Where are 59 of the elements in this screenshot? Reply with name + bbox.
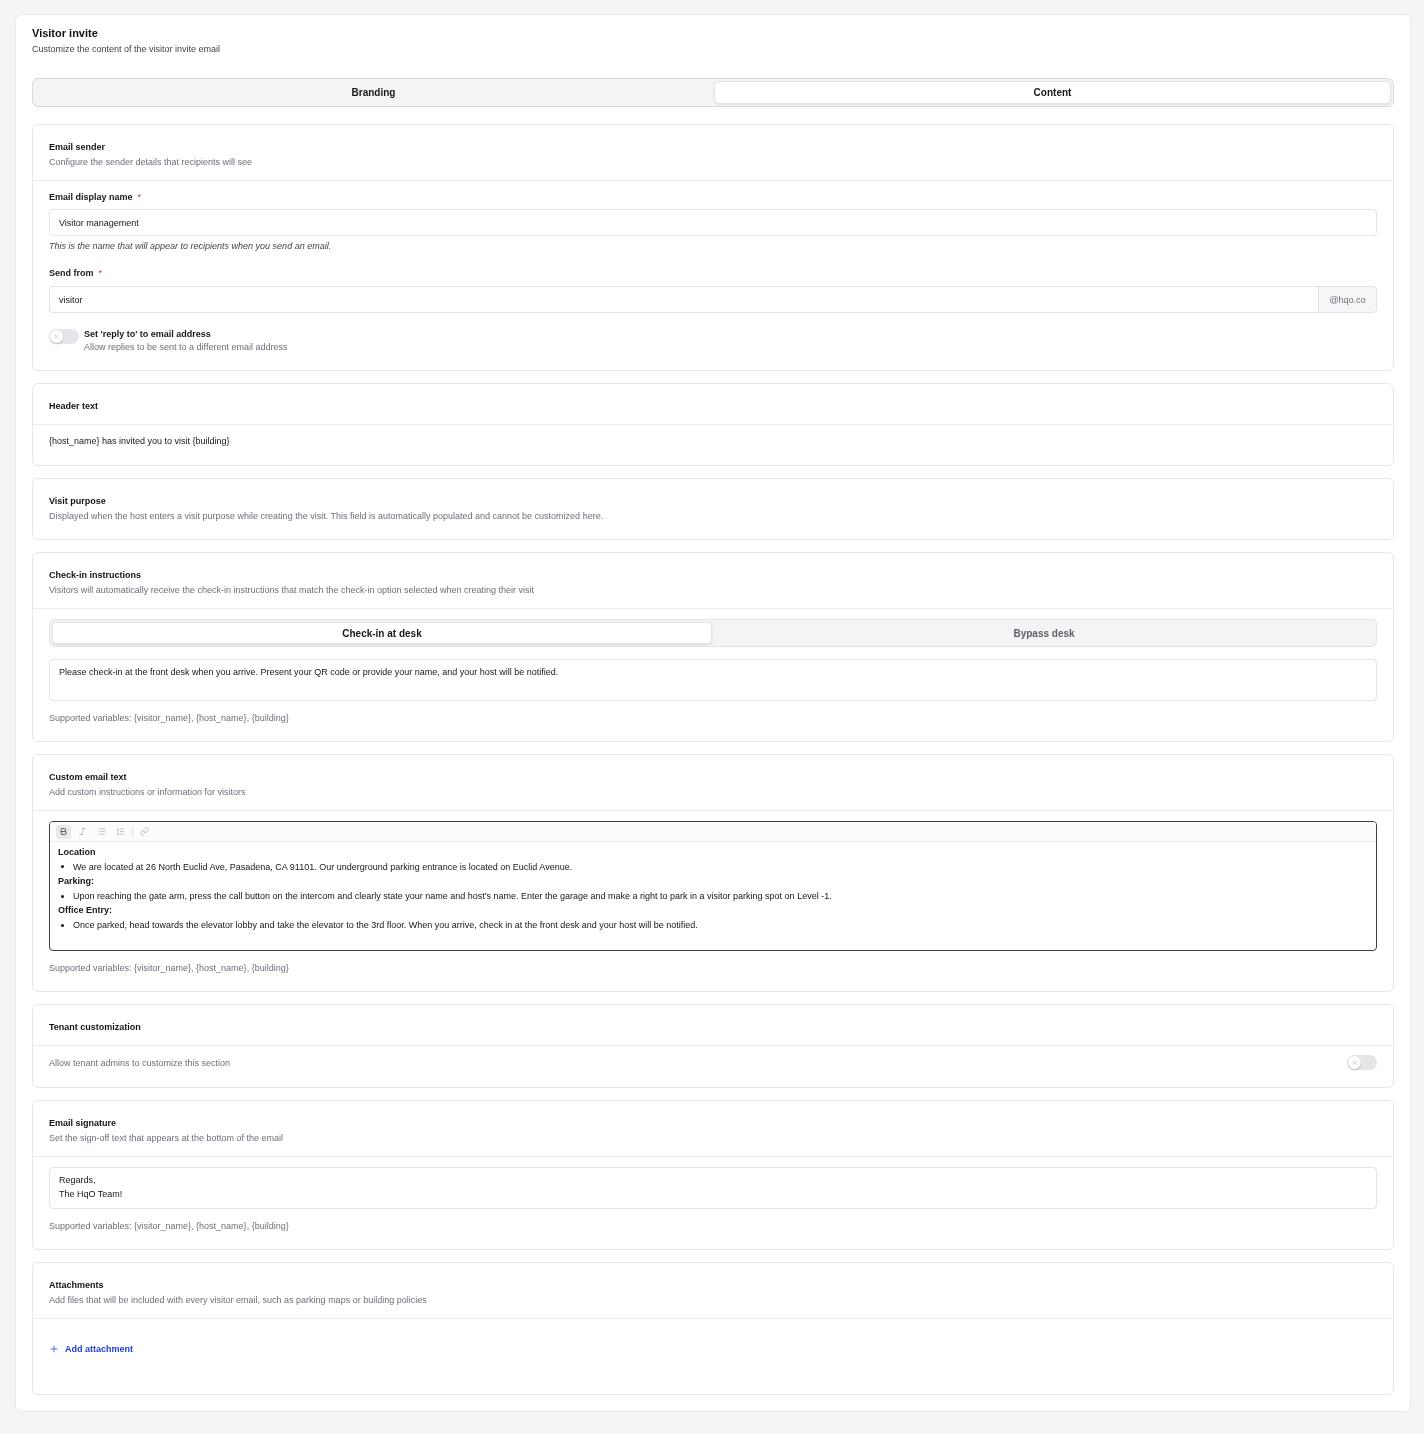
page-title: Visitor invite [32,26,99,41]
section-description: Visitors will automatically receive the check-in instructions that match the check-in option selected when creating their visit [49,584,536,597]
signature-field[interactable]: Regards, The HqO Team! [49,1167,1377,1209]
section-title: Header text [49,400,100,413]
plus-icon [49,1344,59,1354]
italic-icon [78,827,87,836]
content-heading: Office Entry: [58,904,113,918]
field-label: Email display name [49,191,133,204]
bullet-text: Once parked, head towards the elevator lobby and take the elevator to the 3rd floor. When you arrive, check in at the front desk and your host will be notified. [73,918,698,932]
required-mark: * [98,267,103,280]
section-title: Check-in instructions [49,569,142,582]
text-input[interactable]: Visitor management [49,209,1377,236]
bullet-list-icon [97,827,106,836]
section-description: Displayed when the host enters a visit purpose while creating the visit. This field is automatically populated and cannot be customized here. [49,510,605,523]
rich-text-editor[interactable] [49,821,1377,951]
section-title: Tenant customization [49,1021,142,1034]
segment-option[interactable]: Check-in at desk [52,622,712,644]
content-heading: Location [58,846,97,859]
variables-hint: Supported variables: {visitor_name}, {host_name}, {building} [49,712,290,725]
page-subtitle: Customize the content of the visitor invite email [32,43,222,56]
domain-suffix: @hqo.co [1318,286,1377,313]
content-heading: Parking: [58,875,95,889]
section-title: Visit purpose [49,495,107,508]
toggle-label: Set 'reply to' to email address [84,328,212,341]
numbered-list-icon [116,827,125,836]
field-hint: This is the name that will appear to recipients when you send an email. [49,240,333,253]
toggle-description: Allow replies to be sent to a different email address [84,341,288,354]
header-text-value: {host_name} has invited you to visit {building} [49,435,231,448]
bullet-icon [61,865,64,869]
text-input[interactable]: visitor [49,286,1318,313]
required-mark: * [137,191,142,204]
x-icon [54,334,59,339]
add-attachment-link[interactable]: Add attachment [49,1342,133,1356]
link-icon [140,827,149,836]
section-title: Email sender [49,141,107,154]
toggle-switch[interactable] [1347,1055,1377,1070]
section-title: Custom email text [49,771,128,784]
x-icon [1352,1060,1357,1065]
tab[interactable]: Branding [35,81,712,104]
bullet-text: Upon reaching the gate arm, press the call button on the intercom and clearly state your name and host's name. Enter the garage and make a right to park in a visitor parking spot on Level -1. [73,889,832,903]
variables-hint: Supported variables: {visitor_name}, {host_name}, {building} [49,1220,290,1233]
field-label: Send from [49,267,94,280]
tab[interactable]: Content [714,81,1391,104]
instructions-field[interactable]: Please check-in at the front desk when you arrive. Present your QR code or provide your name, and your host will be notified. [49,659,1377,701]
bold-icon [59,827,68,836]
section-description: Add custom instructions or information for visitors [49,786,247,799]
section-description: Set the sign-off text that appears at the bottom of the email [49,1132,284,1145]
bullet-icon [61,894,64,898]
section-description: Add files that will be included with every visitor email, such as parking maps or building policies [49,1294,428,1307]
section-title: Email signature [49,1117,118,1130]
bullet-icon [61,923,64,927]
segment-option[interactable]: Bypass desk [714,622,1374,644]
toggle-description: Allow tenant admins to customize this section [49,1056,231,1070]
bullet-text: We are located at 26 North Euclid Ave, Pasadena, CA 91101. Our underground parking entrance is located on Euclid Avenue. [73,860,573,874]
section-title: Attachments [49,1279,105,1292]
toggle-switch[interactable] [49,329,79,344]
variables-hint: Supported variables: {visitor_name}, {host_name}, {building} [49,962,290,975]
format-button[interactable] [56,824,71,839]
section-description: Configure the sender details that recipients will see [49,156,254,169]
